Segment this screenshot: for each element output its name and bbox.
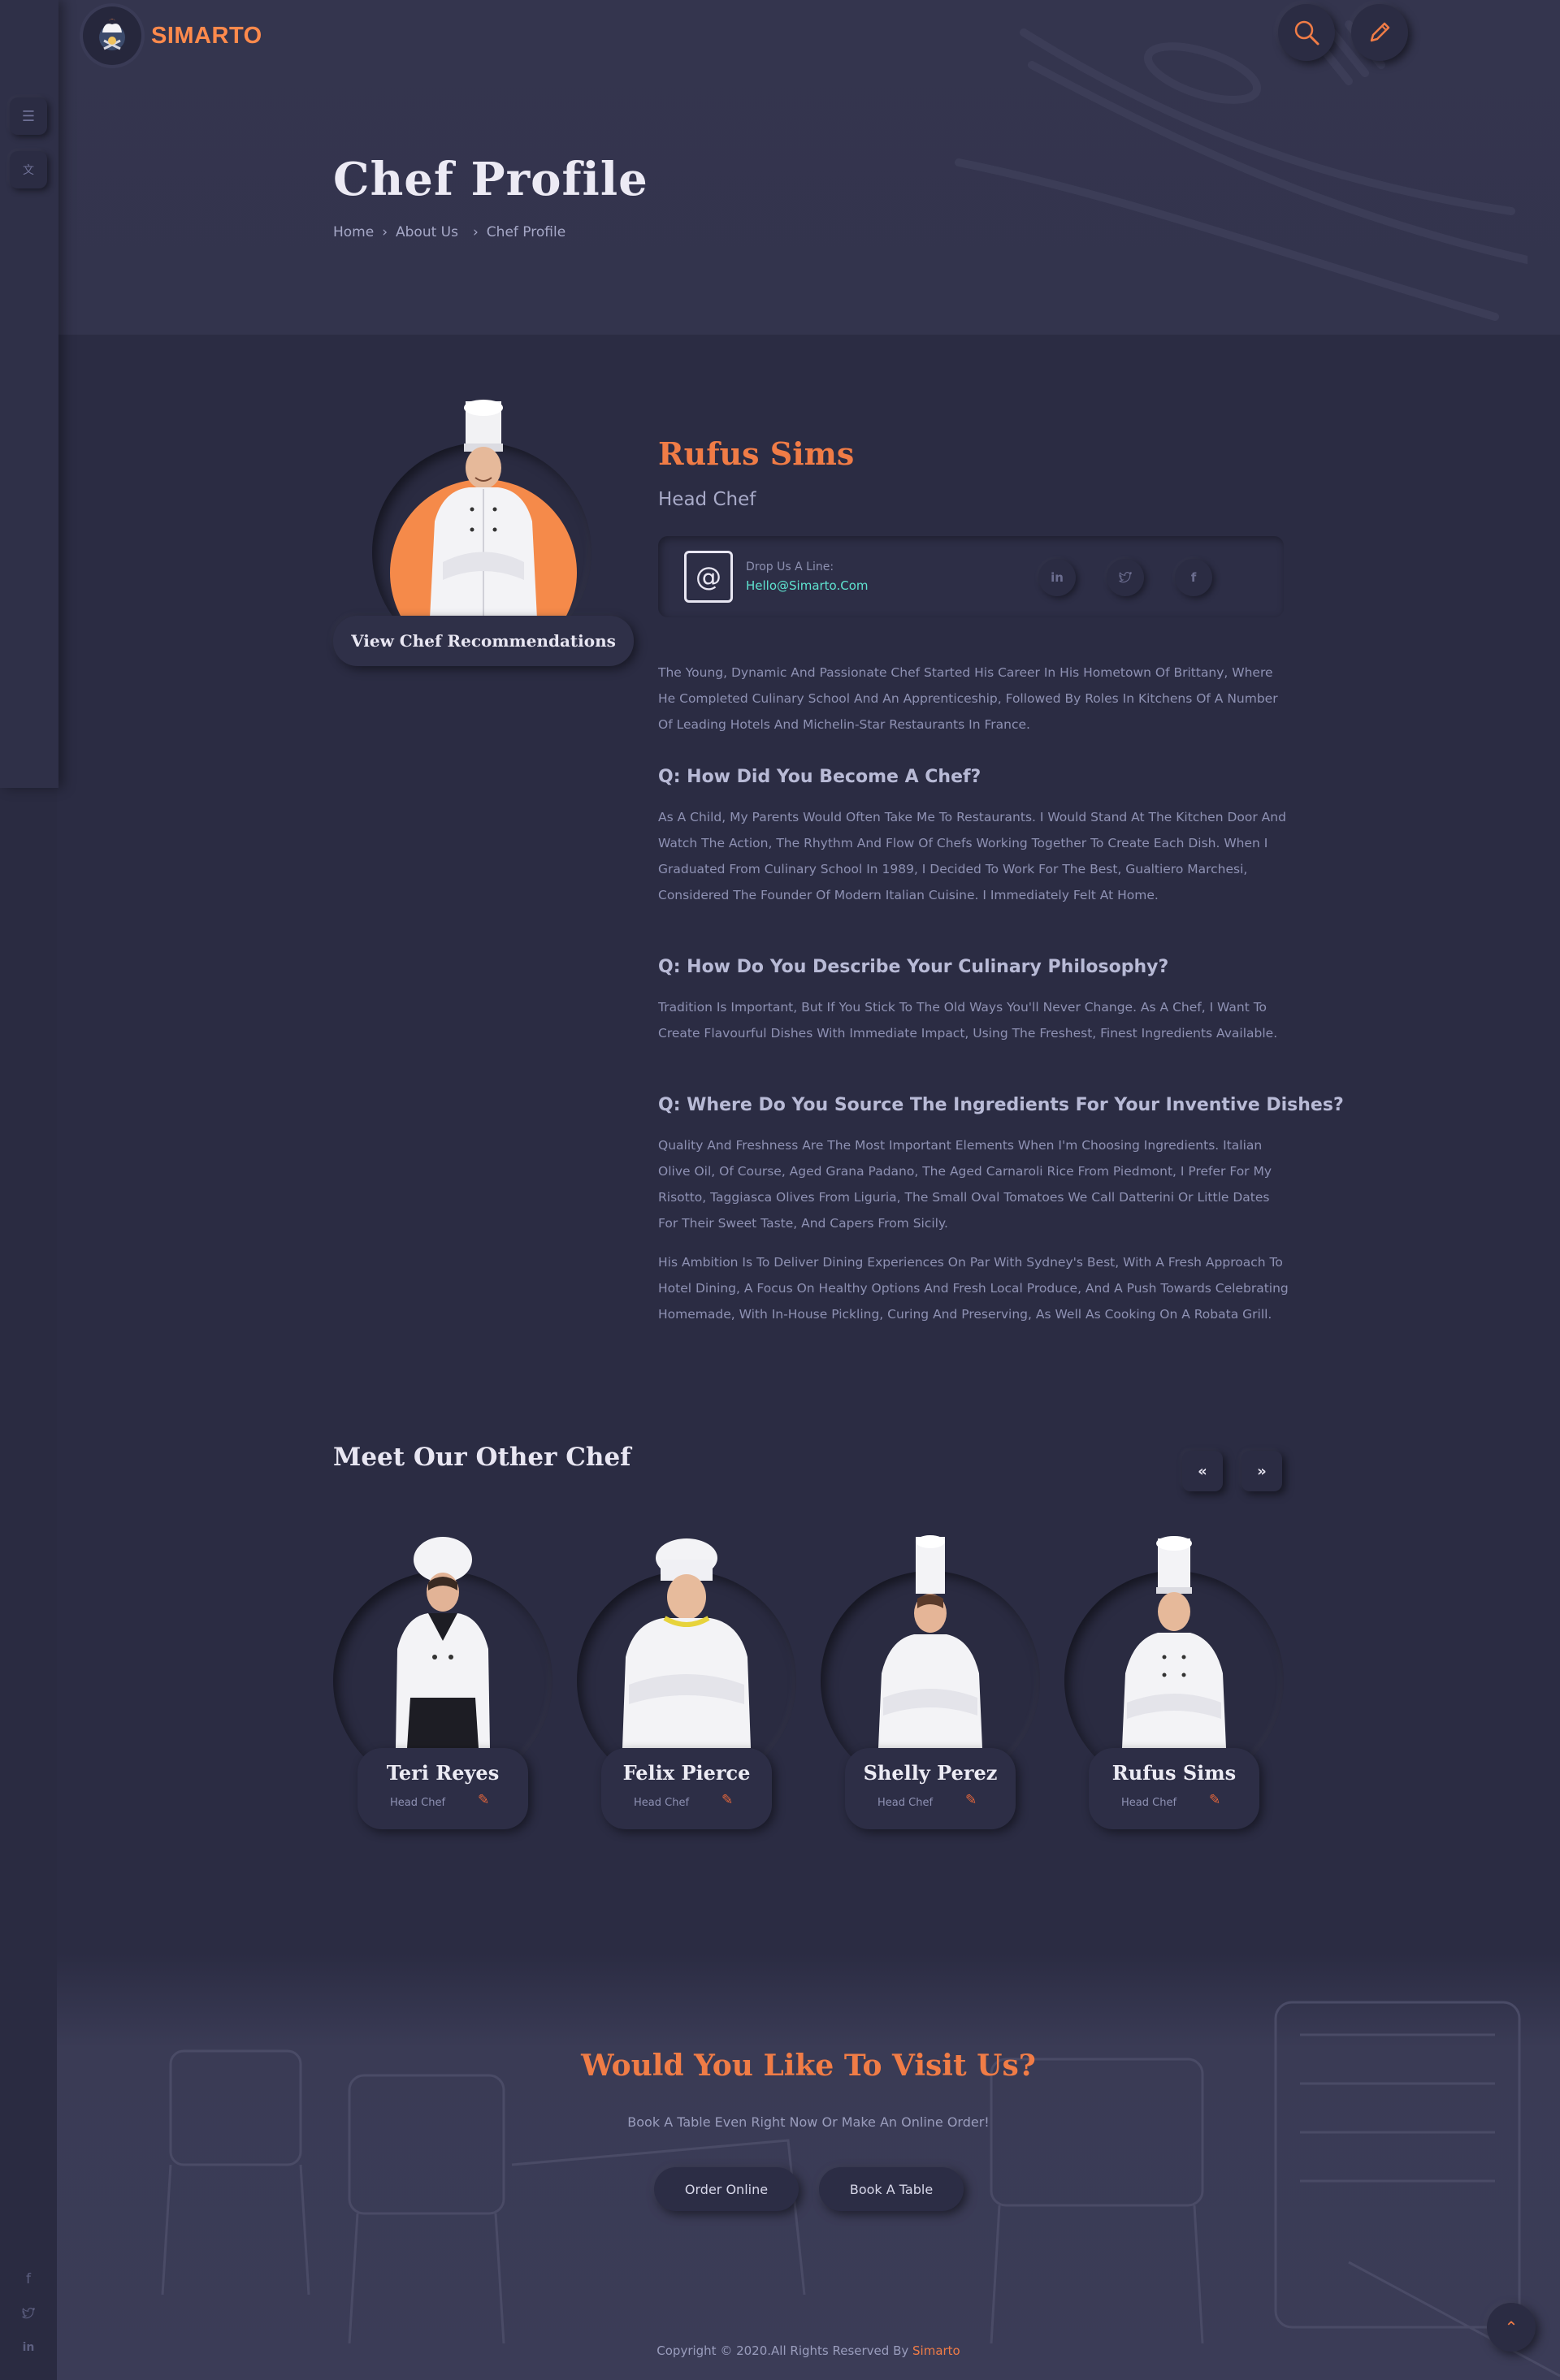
answer-1: As A Child, My Parents Would Often Take … [658,810,1286,902]
pencil-icon: ✎ [1209,1792,1221,1808]
translate-button[interactable]: 文 [10,151,47,188]
order-online-button[interactable]: Order Online [654,2167,799,2211]
chef-card-name: Teri Reyes [386,1761,500,1785]
chef-role: Head Chef [658,489,756,510]
breadcrumb-home[interactable]: Home [333,224,374,240]
left-rail-lower: f in [0,788,57,2380]
menu-toggle-button[interactable]: ☰ [10,97,47,135]
breadcrumb: Home › About Us › Chef Profile [333,224,566,240]
search-button[interactable] [1278,4,1335,61]
chef-hat-logo-icon [83,6,141,65]
chevron-right-icon: › [382,224,388,240]
page-hero [58,0,1560,335]
brand-name: SIMARTO [151,22,262,49]
breadcrumb-about[interactable]: About Us [396,224,458,240]
pencil-icon [1370,22,1390,42]
chef-card-plate [1089,1748,1259,1829]
chef-card-role: Head Chef [390,1797,446,1809]
linkedin-button[interactable]: in [1038,559,1076,596]
other-chefs-title: Meet Our Other Chef [333,1443,631,1472]
edit-button[interactable] [1351,4,1408,61]
visit-section [57,1954,1560,2380]
chef-card-role: Head Chef [634,1797,690,1809]
chef-card[interactable]: Rufus Sims Head Chef ✎ [1064,1535,1284,1836]
linkedin-icon: in [1051,570,1064,585]
chef-card[interactable]: Teri Reyes Head Chef ✎ [333,1535,552,1836]
double-chevron-left-icon: « [1198,1462,1207,1480]
question-3: Q: Where Do You Source The Ingredients F… [658,1095,1344,1115]
chef-card-name: Shelly Perez [863,1761,998,1785]
double-chevron-right-icon: » [1257,1462,1267,1480]
facebook-button[interactable]: f [1175,559,1212,596]
facebook-icon[interactable]: f [18,2271,39,2287]
facebook-icon: f [1190,570,1197,585]
contact-email[interactable]: Hello@Simarto.Com [746,578,869,593]
contact-card: @ Drop Us A Line: Hello@Simarto.Com in f [658,536,1284,617]
chef-card-name: Felix Pierce [622,1761,751,1785]
pencil-icon: ✎ [478,1792,490,1808]
answer-3: Quality And Freshness Are The Most Impor… [658,1138,1272,1231]
chef-name: Rufus Sims [658,435,855,472]
copyright: Copyright © 2020.All Rights Reserved By … [0,2343,1560,2358]
chef-card[interactable]: Shelly Perez Head Chef ✎ [821,1535,1040,1836]
chef-card-plate [601,1748,772,1829]
book-table-button[interactable]: Book A Table [819,2167,964,2211]
chef-card-plate [358,1748,528,1829]
hamburger-icon: ☰ [21,107,36,125]
visit-subtitle: Book A Table Even Right Now Or Make An O… [627,2114,990,2130]
chef-card-role: Head Chef [878,1797,934,1809]
chef-card[interactable]: Felix Pierce Head Chef ✎ [577,1535,796,1836]
copyright-brand-link[interactable]: Simarto [912,2343,960,2358]
chef-card-name: Rufus Sims [1112,1761,1237,1785]
address-book-icon: @ [684,551,733,603]
page-title: Chef Profile [333,153,648,206]
chef-photo [878,1535,982,1748]
chef-photo [622,1538,751,1748]
question-1: Q: How Did You Become A Chef? [658,767,982,787]
chevron-up-icon: ⌃ [1504,2317,1519,2337]
carousel-next-button[interactable]: » [1242,1451,1282,1491]
restaurant-background-graphic [161,2001,1560,2378]
breadcrumb-current: Chef Profile [486,224,566,240]
chevron-right-icon: › [472,224,479,240]
chef-photo [1122,1536,1226,1748]
chef-card-plate [845,1748,1016,1829]
question-2: Q: How Do You Describe Your Culinary Phi… [658,957,1169,977]
pencil-icon: ✎ [965,1792,977,1808]
copyright-text: Copyright © 2020.All Rights Reserved By [656,2343,909,2358]
search-icon [1294,20,1320,45]
chef-photo [396,1537,490,1748]
left-sidebar: ☰ 文 [0,0,58,788]
chef-portrait [430,400,537,619]
linkedin-icon[interactable]: in [18,2341,39,2354]
chef-closing: His Ambition Is To Deliver Dining Experi… [658,1255,1289,1322]
twitter-icon[interactable] [18,2307,39,2323]
answer-2: Tradition Is Important, But If You Stick… [658,1000,1278,1041]
scroll-to-top-button[interactable]: ⌃ [1487,2303,1536,2352]
visit-title: Would You Like To Visit Us? [581,2049,1036,2083]
twitter-button[interactable] [1107,559,1144,596]
view-recommendations-button[interactable]: View Chef Recommendations [333,616,634,666]
site-logo[interactable]: SIMARTO [83,6,262,65]
pencil-icon: ✎ [722,1792,734,1808]
translate-icon: 文 [23,164,34,177]
contact-label: Drop Us A Line: [746,560,834,573]
chef-card-role: Head Chef [1121,1797,1177,1809]
twitter-icon [1119,572,1132,583]
carousel-prev-button[interactable]: « [1182,1451,1223,1491]
chef-intro: The Young, Dynamic And Passionate Chef S… [658,665,1278,732]
cutlery-background-graphic [955,20,1528,321]
